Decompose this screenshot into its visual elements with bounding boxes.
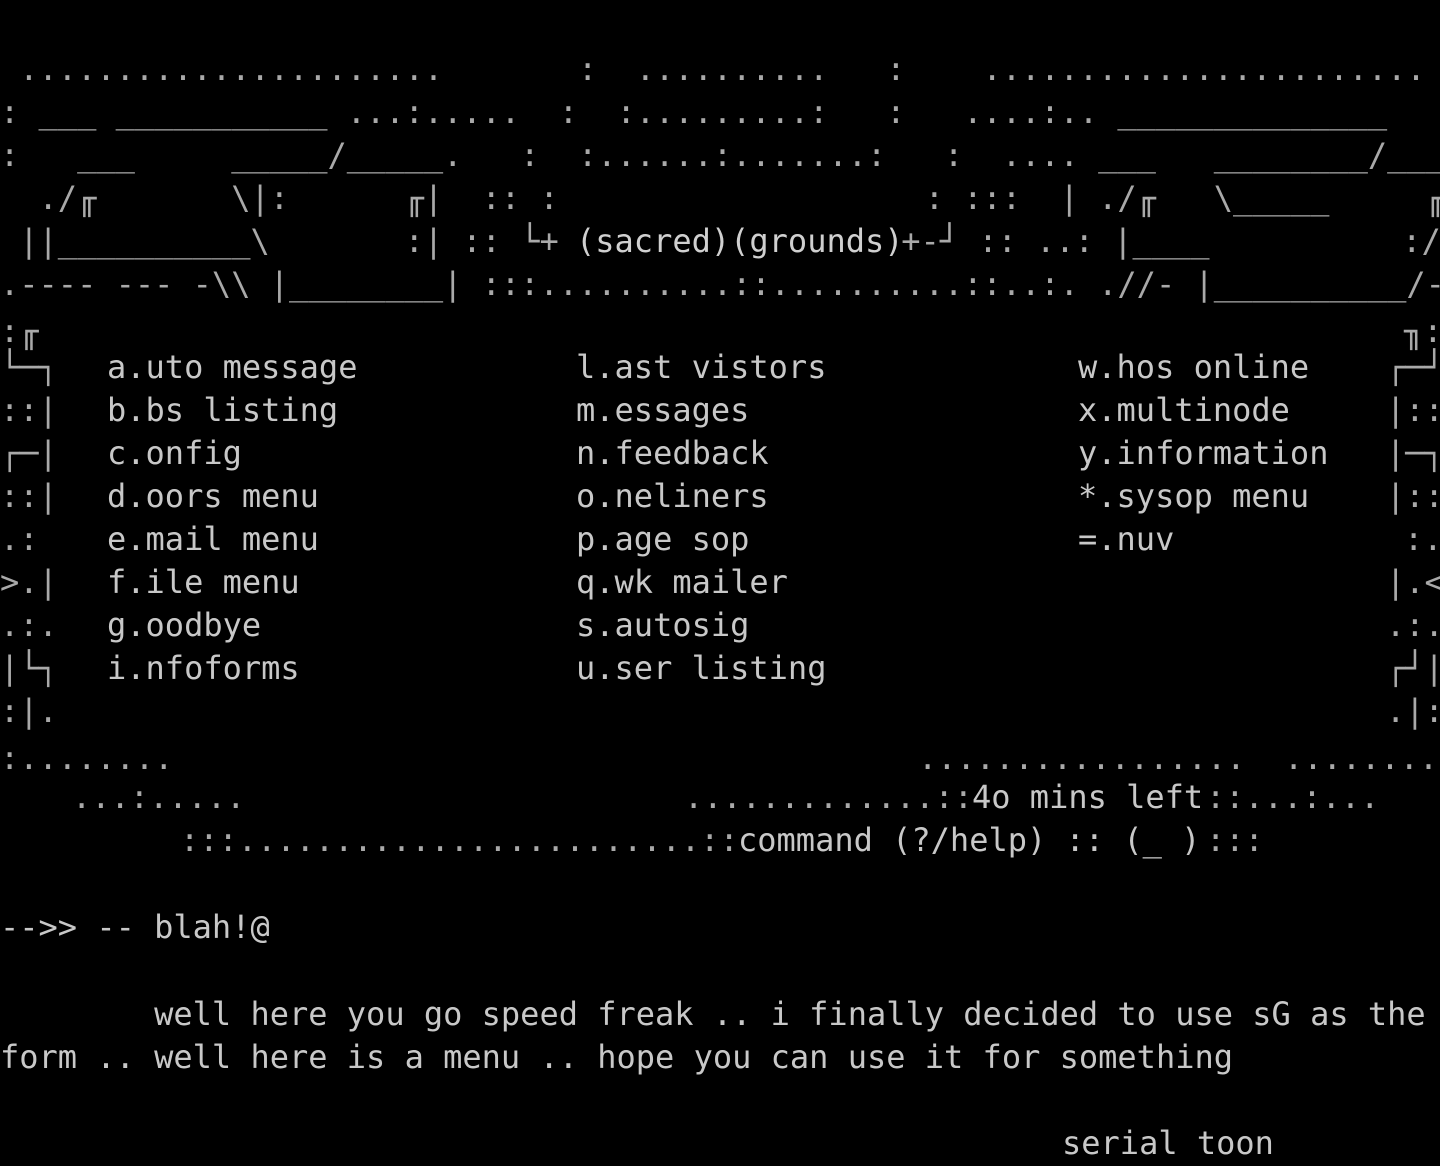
message-signature: serial toon: [1062, 1124, 1274, 1162]
menu-row-7: .:. g.oodbye s.autosig .:.: [0, 604, 1440, 647]
status-dots-left: ...:.....: [72, 778, 246, 816]
menu-item-messages[interactable]: m.essages: [576, 389, 749, 432]
frame-left-edge: >.|: [0, 563, 58, 601]
menu-item-bbs-listing[interactable]: b.bs listing: [107, 389, 338, 432]
frame-right-edge: :.: [1404, 520, 1440, 558]
frame-right-edge: |.<: [1386, 563, 1440, 601]
frame-right-edge: .|:: [1386, 692, 1440, 730]
menu-row-6: >.| f.ile menu q.wk mailer |.<: [0, 561, 1440, 604]
command-row: :::........................:: command (?…: [0, 819, 1440, 862]
banner-row-4: ||__________\ :| :: └+ (sacred)(grounds)…: [0, 220, 1440, 263]
frame-left-edge: ┌─|: [0, 434, 58, 472]
frame-bottom-row: :........ ................. ........: [0, 737, 1440, 780]
board-title: (sacred)(grounds): [576, 222, 904, 260]
menu-item-goodbye[interactable]: g.oodbye: [107, 604, 261, 647]
menu-item-config[interactable]: c.onfig: [107, 432, 242, 475]
menu-item-infoforms[interactable]: i.nfoforms: [107, 647, 300, 690]
menu-item-autosig[interactable]: s.autosig: [576, 604, 749, 647]
menu-item-feedback[interactable]: n.feedback: [576, 432, 769, 475]
frame-left-edge: ::|: [0, 391, 58, 429]
frame-left-edge: ::|: [0, 477, 58, 515]
command-dots-left: :::........................::: [180, 821, 739, 859]
menu-item-whos-online[interactable]: w.hos online: [1078, 346, 1309, 389]
frame-bottom-left: :........: [0, 739, 174, 777]
frame-left-edge: .:.: [0, 606, 58, 644]
menu-item-multinode[interactable]: x.multinode: [1078, 389, 1290, 432]
frame-row-9: :|. .|:: [0, 690, 1440, 733]
banner-row-3: ./╓ \|: ╓| :: : : ::: | ./╓ \_____ ╓/: [0, 179, 1440, 217]
menu-item-doors-menu[interactable]: d.oors menu: [107, 475, 319, 518]
menu-item-sysop-menu[interactable]: *.sysop menu: [1078, 475, 1309, 518]
menu-row-8: |└┐ i.nfoforms u.ser listing ┌┘|: [0, 647, 1440, 690]
banner-row-5: .---- --- -\\ |________| :::..........::…: [0, 265, 1440, 303]
frame-right-edge: .:.: [1386, 606, 1440, 644]
menu-row-1: └─┐ a.uto message l.ast vistors w.hos on…: [0, 346, 1440, 389]
command-prompt-input[interactable]: command (?/help) :: (_ ): [738, 819, 1200, 862]
frame-left-edge: :|.: [0, 692, 58, 730]
menu-item-file-menu[interactable]: f.ile menu: [107, 561, 300, 604]
menu-item-nuv[interactable]: =.nuv: [1078, 518, 1174, 561]
frame-left-edge: └─┐: [0, 348, 58, 386]
banner-row-4-right: +-┘ :: ..: |____ :/2n: [882, 222, 1440, 260]
frame-left-edge: |└┐: [0, 649, 58, 687]
menu-item-page-sop[interactable]: p.age sop: [576, 518, 749, 561]
menu-item-qwk-mailer[interactable]: q.wk mailer: [576, 561, 788, 604]
frame-right-edge: |::: [1386, 477, 1440, 515]
menu-row-4: ::| d.oors menu o.neliners *.sysop menu …: [0, 475, 1440, 518]
frame-bottom-right: ................. ........: [918, 739, 1439, 777]
banner-row-2: : ___ _____/_____. : :......:.......: : …: [0, 136, 1440, 174]
status-dots-mid: .............::: [684, 778, 973, 816]
frame-right-edge: ┌─┘: [1386, 348, 1440, 386]
frame-right-edge: |─┐: [1386, 434, 1440, 472]
banner-row-1: : ___ ___________ ...:..... : :.........…: [0, 93, 1440, 131]
frame-right-edge: ┌┘|: [1386, 649, 1440, 687]
banner-row-4-left: ||__________\ :| :: └+: [0, 222, 578, 260]
menu-item-auto-message[interactable]: a.uto message: [107, 346, 357, 389]
menu-item-information[interactable]: y.information: [1078, 432, 1328, 475]
menu-row-2: ::| b.bs listing m.essages x.multinode |…: [0, 389, 1440, 432]
menu-item-user-listing[interactable]: u.ser listing: [576, 647, 826, 690]
menu-row-3: ┌─| c.onfig n.feedback y.information |─┐: [0, 432, 1440, 475]
banner-row-0: ...................... : .......... : ..…: [0, 50, 1426, 88]
menu-item-oneliners[interactable]: o.neliners: [576, 475, 769, 518]
menu-row-5: .: e.mail menu p.age sop =.nuv :.: [0, 518, 1440, 561]
menu-item-last-visitors[interactable]: l.ast vistors: [576, 346, 826, 389]
message-header: -->> -- blah!@: [0, 908, 270, 946]
frame-right-edge: |::: [1386, 391, 1440, 429]
status-dots-right: ::...:...: [1206, 778, 1380, 816]
frame-left-edge: .:: [0, 520, 39, 558]
message-line-2: form .. well here is a menu .. hope you …: [0, 1038, 1233, 1076]
message-line-1: well here you go speed freak .. i finall…: [0, 995, 1440, 1033]
command-dots-right: :::: [1206, 821, 1264, 859]
time-left-status: 4o mins left: [972, 778, 1204, 816]
status-row: ...:..... .............:: 4o mins left :…: [0, 776, 1440, 819]
menu-item-mail-menu[interactable]: e.mail menu: [107, 518, 319, 561]
message-signature-row: serial toon: [0, 1122, 1440, 1165]
